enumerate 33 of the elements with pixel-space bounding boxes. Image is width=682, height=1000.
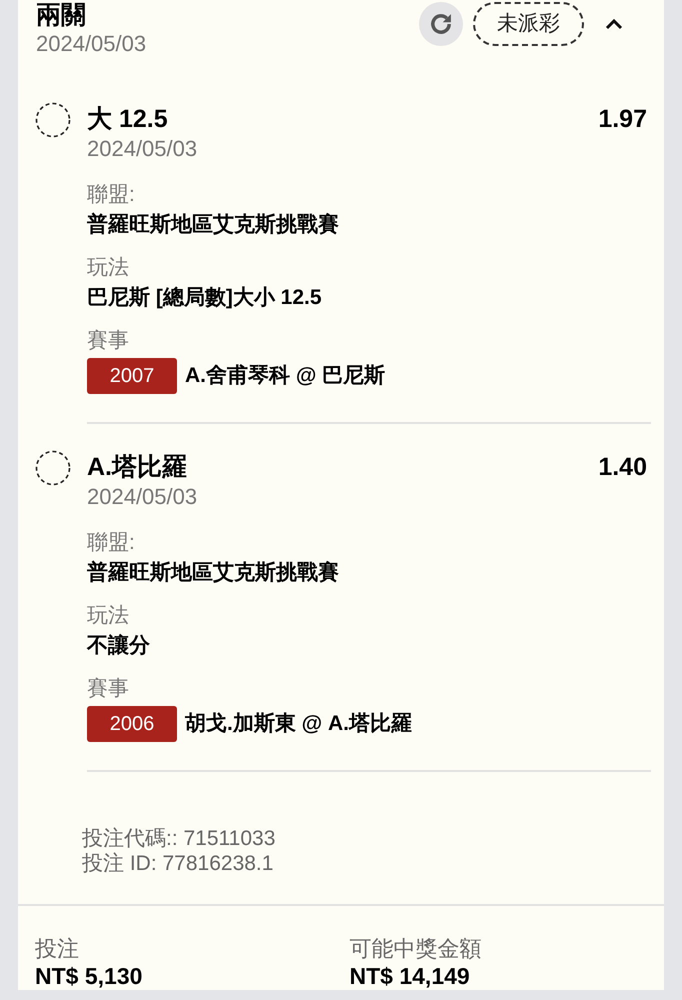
event-code-badge: 2007 (87, 358, 177, 394)
field-label: 聯盟: (87, 182, 136, 208)
league-name: 普羅旺斯地區艾克斯挑戰賽 (87, 560, 340, 586)
status-badge: 未派彩 (473, 2, 584, 46)
pending-circle-icon (35, 450, 71, 486)
refresh-button[interactable] (419, 2, 463, 46)
league-name: 普羅旺斯地區艾克斯挑戰賽 (87, 212, 340, 238)
chevron-up-icon (604, 17, 624, 31)
odds-value: 1.97 (598, 104, 647, 134)
event-code-badge: 2006 (87, 706, 177, 742)
event-name: A.舍甫琴科 @ 巴尼斯 (185, 363, 386, 390)
field-label: 賽事 (87, 676, 130, 702)
event-name: 胡戈.加斯東 @ A.塔比羅 (185, 711, 412, 738)
summary-amount: NT$ 5,130 (35, 962, 144, 990)
selection-name: A.塔比羅 (87, 452, 187, 482)
pending-circle-icon (35, 102, 71, 138)
selection-date: 2024/05/03 (87, 135, 198, 163)
bet-type-title: 兩關 (36, 0, 87, 30)
selection-name: 大 12.5 (87, 104, 168, 134)
odds-value: 1.40 (598, 452, 647, 482)
market-name: 不讓分 (87, 632, 151, 659)
market-name: 巴尼斯 [總局數]大小 12.5 (87, 285, 323, 311)
bet-id: 投注 ID: 77816238.1 (82, 851, 274, 876)
field-label: 玩法 (87, 603, 130, 629)
selection-date: 2024/05/03 (87, 483, 198, 511)
bet-code: 投注代碼:: 71511033 (82, 826, 276, 851)
summary-label: 可能中獎金額 (350, 936, 482, 962)
field-label: 賽事 (87, 328, 130, 354)
summary-label: 投注 (35, 936, 80, 962)
field-label: 聯盟: (87, 530, 136, 556)
field-label: 玩法 (87, 255, 130, 281)
bet-date: 2024/05/03 (36, 30, 146, 58)
summary-amount: NT$ 14,149 (350, 962, 471, 990)
